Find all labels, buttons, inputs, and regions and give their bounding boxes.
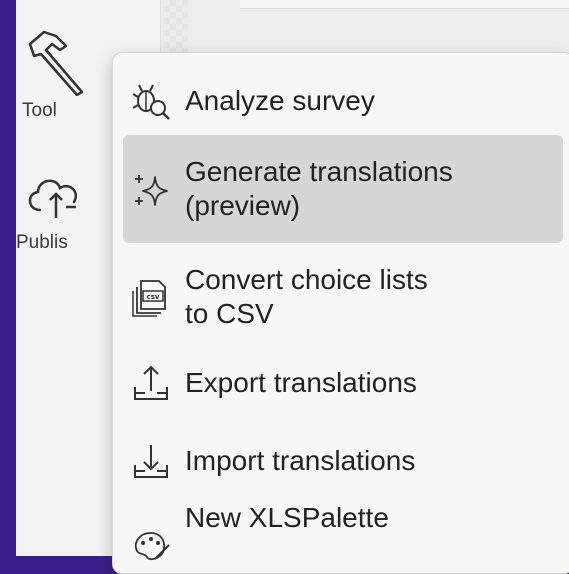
- csv-file-icon: csv: [131, 277, 171, 317]
- menu-item-generate-translations[interactable]: Generate translations (preview): [123, 135, 563, 243]
- tools-menu: Analyze survey Generate translations (pr…: [112, 52, 569, 574]
- sparkle-icon: [131, 169, 171, 209]
- svg-text:csv: csv: [147, 293, 160, 301]
- menu-item-convert-choice-lists[interactable]: csv Convert choice lists to CSV: [123, 249, 563, 345]
- tools-button[interactable]: Tool: [22, 26, 112, 122]
- menu-item-new-xlspalette[interactable]: New XLSPalette: [123, 501, 563, 565]
- publish-button[interactable]: Publis: [16, 170, 112, 254]
- menu-item-label: Analyze survey: [185, 85, 375, 116]
- tools-label: Tool: [22, 100, 57, 121]
- hammer-icon: [22, 26, 112, 100]
- export-icon: [131, 363, 171, 403]
- bug-search-icon: [131, 81, 171, 121]
- palette-icon: [131, 525, 171, 565]
- menu-item-import-translations[interactable]: Import translations: [123, 429, 563, 493]
- publish-label: Publis: [16, 232, 68, 253]
- menu-item-export-translations[interactable]: Export translations: [123, 351, 563, 415]
- menu-item-label: Import translations: [185, 445, 416, 476]
- menu-item-label: New XLSPalette: [185, 502, 389, 533]
- import-icon: [131, 441, 171, 481]
- document-top-border: [240, 0, 569, 9]
- menu-item-label: Export translations: [185, 367, 417, 398]
- cloud-upload-icon: [22, 170, 112, 224]
- menu-item-analyze-survey[interactable]: Analyze survey: [123, 73, 563, 129]
- menu-item-label: Convert choice lists to CSV: [185, 264, 428, 329]
- menu-item-label: Generate translations (preview): [185, 156, 453, 221]
